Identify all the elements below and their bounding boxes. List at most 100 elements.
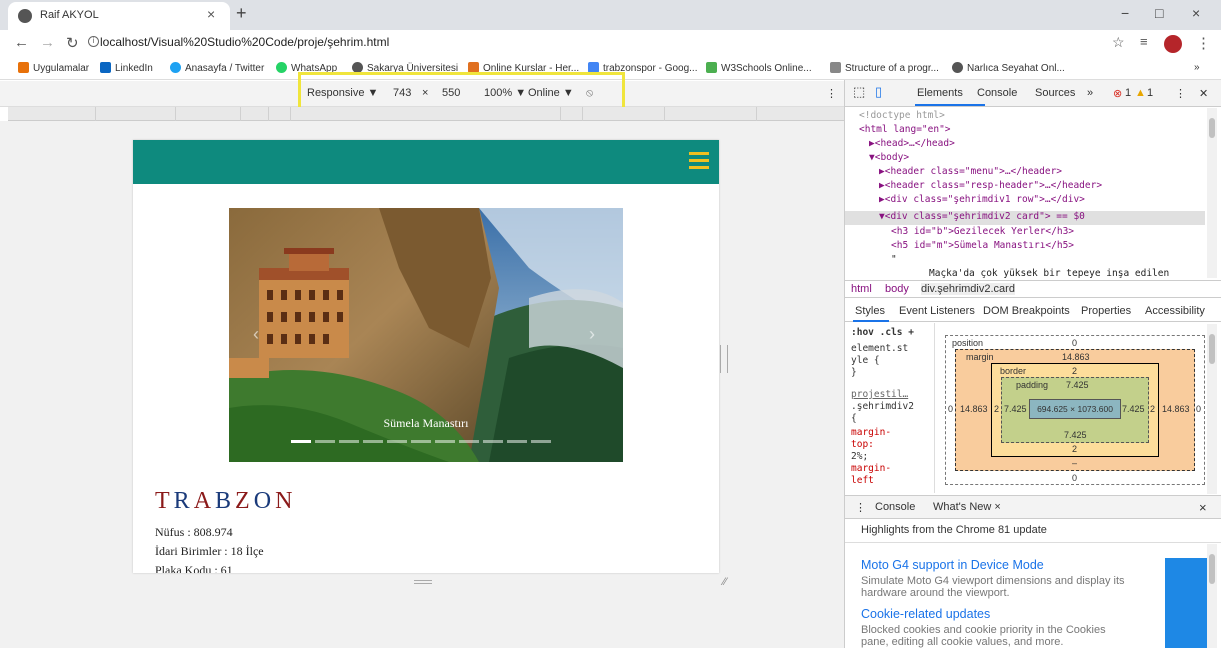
dom-line-selected[interactable]: ▼<div class="şehrimdiv2 card"> == $0 [879, 211, 1085, 222]
dom-line[interactable]: <h3 id="b">Gezilecek Yerler</h3> [891, 226, 1074, 237]
style-property[interactable]: margin- [851, 463, 891, 474]
bookmark-item[interactable]: Narlıca Seyahat Onl... [952, 62, 1065, 74]
style-value[interactable]: 2%; [851, 451, 868, 462]
tab-styles[interactable]: Styles [855, 305, 885, 317]
tab-dom-breakpoints[interactable]: DOM Breakpoints [983, 305, 1070, 317]
ruler-tick [240, 107, 241, 121]
dom-line[interactable]: ▶<header class="menu">…</header> [879, 166, 1062, 177]
tab-sources[interactable]: Sources [1035, 87, 1075, 99]
bookmark-item[interactable]: Uygulamalar [18, 62, 89, 74]
device-toggle-icon[interactable]: ▯ [875, 84, 882, 100]
minimize-button[interactable]: − [1121, 5, 1129, 21]
forward-arrow-icon[interactable]: → [40, 34, 55, 51]
dom-line[interactable]: ▼<body> [869, 152, 909, 163]
drawer-tab-console[interactable]: Console [875, 501, 915, 513]
device-menu-dots-icon[interactable]: ⋮ [826, 87, 837, 100]
emulated-page: ‹ › Sümela Manastırı TRABZON Nüfus : 808… [133, 140, 719, 573]
tab-close-icon[interactable]: × [207, 6, 215, 22]
dom-line[interactable]: ▶<head>…</head> [869, 138, 955, 149]
tab-elements[interactable]: Elements [917, 87, 963, 99]
style-property[interactable]: margin- [851, 427, 891, 438]
tab-console[interactable]: Console [977, 87, 1017, 99]
tab-accessibility[interactable]: Accessibility [1145, 305, 1205, 317]
city-letter: O [253, 488, 276, 514]
menu-dots-icon[interactable]: ⋮ [1196, 34, 1211, 52]
style-source-link[interactable]: projestil… [851, 389, 908, 400]
styles-filter[interactable]: :hov .cls + [851, 327, 914, 338]
linkedin-icon [100, 62, 111, 73]
address-bar[interactable]: localhost/Visual%20Studio%20Code/proje/ş… [100, 35, 389, 49]
profile-avatar[interactable] [1164, 35, 1182, 53]
carousel-next-icon[interactable]: › [589, 324, 595, 345]
tab-event-listeners[interactable]: Event Listeners [899, 305, 975, 317]
crumb-div[interactable]: div.şehrimdiv2.card [921, 283, 1015, 295]
highlight-box [298, 72, 625, 112]
devtools-menu-icon[interactable]: ⋮ [1175, 87, 1186, 100]
style-property[interactable]: left [851, 475, 874, 486]
carousel-prev-icon[interactable]: ‹ [253, 324, 259, 345]
dom-line[interactable]: <html lang="en"> [859, 124, 951, 135]
devtools-close-icon[interactable]: ✕ [1199, 87, 1208, 100]
carousel-indicator[interactable] [531, 440, 551, 443]
tab-title: Raif AKYOL [40, 9, 99, 21]
drawer-close-icon[interactable]: × [1199, 500, 1207, 515]
bookmarks-more-button[interactable]: » [1194, 62, 1200, 73]
carousel-indicator[interactable] [387, 440, 407, 443]
bookmark-item[interactable]: Anasayfa / Twitter [170, 62, 264, 74]
image-carousel[interactable]: ‹ › Sümela Manastırı [229, 208, 623, 462]
info-icon[interactable]: i [88, 36, 99, 47]
maximize-button[interactable]: □ [1155, 5, 1163, 21]
dom-line[interactable]: <h5 id="m">Sümela Manastırı</h5> [891, 240, 1074, 251]
warning-count[interactable]: 1 [1147, 87, 1153, 99]
carousel-indicator[interactable] [339, 440, 359, 443]
styles-scrollbar[interactable] [1207, 324, 1217, 494]
bookmark-item[interactable]: LinkedIn [100, 62, 153, 74]
carousel-indicator[interactable] [411, 440, 431, 443]
window-close-button[interactable]: × [1192, 5, 1200, 21]
more-tabs-button[interactable]: » [1087, 87, 1093, 99]
drawer-tab-whats-new[interactable]: What's New × [933, 501, 1001, 513]
drawer-menu-icon[interactable]: ⋮ [855, 501, 866, 514]
carousel-indicator[interactable] [315, 440, 335, 443]
reload-icon[interactable]: ↻ [66, 34, 79, 52]
tab-properties[interactable]: Properties [1081, 305, 1131, 317]
new-tab-button[interactable]: + [236, 3, 247, 24]
carousel-indicator[interactable] [459, 440, 479, 443]
corner-resize-handle[interactable]: ⁄⁄ [723, 576, 727, 588]
back-arrow-icon[interactable]: ← [14, 34, 29, 51]
districts-text: İdari Birimler : 18 İlçe [155, 544, 264, 558]
hamburger-menu-icon[interactable] [689, 152, 709, 173]
box-content: 694.625 × 1073.600 [1029, 399, 1121, 419]
dom-line[interactable]: Maçka'da çok yüksek bir tepeye inşa edil… [929, 268, 1169, 279]
dom-line[interactable]: <!doctype html> [859, 110, 945, 121]
crumb-html[interactable]: html [851, 283, 872, 295]
dom-line[interactable]: " [891, 254, 897, 265]
dom-scrollbar[interactable] [1207, 108, 1217, 278]
drawer-scrollbar[interactable] [1207, 544, 1217, 648]
carousel-indicator[interactable] [507, 440, 527, 443]
bookmark-item[interactable]: Structure of a progr... [830, 62, 939, 74]
star-icon[interactable]: ☆ [1112, 34, 1125, 51]
carousel-caption: Sümela Manastırı [383, 416, 469, 430]
ruler-tick [756, 107, 757, 121]
whats-new-title[interactable]: Cookie-related updates [861, 607, 990, 621]
carousel-indicator[interactable] [435, 440, 455, 443]
devtools-tabbar: ⬚ ▯ Elements Console Sources » ⊗ 1 ▲ 1 ⋮… [845, 80, 1221, 107]
carousel-indicator[interactable] [291, 440, 311, 443]
carousel-indicator[interactable] [483, 440, 503, 443]
width-resize-handle[interactable] [720, 345, 728, 373]
crumb-body[interactable]: body [885, 283, 909, 295]
carousel-indicator[interactable] [363, 440, 383, 443]
twitter-icon [170, 62, 181, 73]
dom-line[interactable]: ▶<header class="resp-header">…</header> [879, 180, 1102, 191]
dom-line[interactable]: ▶<div class="şehrimdiv1 row">…</div> [879, 194, 1085, 205]
style-property[interactable]: top: [851, 439, 874, 450]
inspect-element-icon[interactable]: ⬚ [853, 84, 865, 100]
whats-new-title[interactable]: Moto G4 support in Device Mode [861, 558, 1044, 572]
browser-tab[interactable]: Raif AKYOL × [8, 2, 230, 30]
error-count[interactable]: 1 [1125, 87, 1131, 99]
bookmark-item[interactable]: W3Schools Online... [706, 62, 812, 74]
city-letter: A [193, 488, 216, 514]
reading-list-icon[interactable]: ≡ [1140, 34, 1148, 49]
height-resize-handle[interactable] [414, 580, 432, 584]
